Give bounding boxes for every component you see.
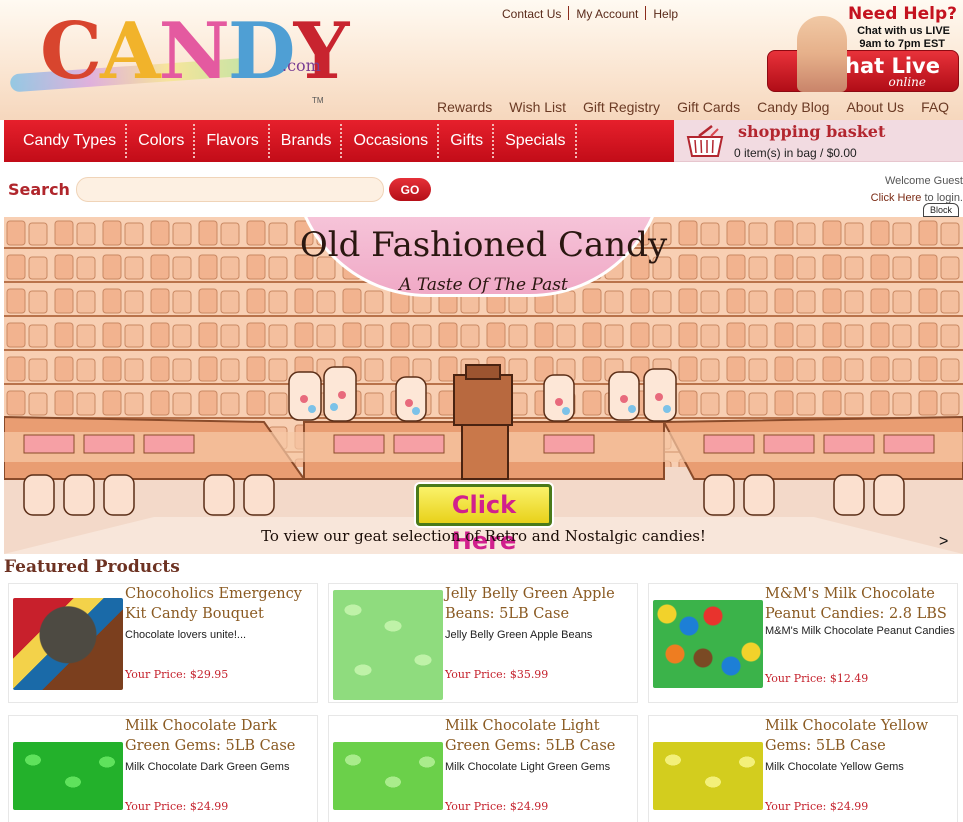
- product-name[interactable]: Chocoholics Emergency Kit Candy Bouquet: [125, 584, 315, 624]
- wish-list-link[interactable]: Wish List: [509, 99, 566, 115]
- product-card[interactable]: Milk Chocolate Light Green Gems: 5LB Cas…: [328, 715, 638, 822]
- site-logo[interactable]: CANDY .com TM: [9, 4, 349, 112]
- search-label: Search: [8, 180, 70, 199]
- banner-click-here-button[interactable]: Click Here: [416, 484, 552, 554]
- product-desc: Chocolate lovers unite!...: [125, 629, 247, 641]
- main-nav: Candy Types Colors Flavors Brands Occasi…: [4, 120, 674, 162]
- product-image[interactable]: [333, 742, 443, 810]
- product-desc: Milk Chocolate Dark Green Gems: [125, 761, 290, 773]
- gift-cards-link[interactable]: Gift Cards: [677, 99, 740, 115]
- nav-gifts[interactable]: Gifts: [439, 120, 494, 162]
- product-image[interactable]: [653, 600, 763, 688]
- search-input[interactable]: [76, 177, 384, 202]
- featured-products-title: Featured Products: [4, 557, 180, 577]
- secondary-links: Rewards Wish List Gift Registry Gift Cards C…: [437, 99, 949, 115]
- logo-letter-n: N: [158, 6, 230, 97]
- nav-brands[interactable]: Brands: [270, 120, 343, 162]
- login-link[interactable]: Click Here: [871, 192, 922, 204]
- product-desc: Milk Chocolate Yellow Gems: [765, 761, 904, 773]
- faq-link[interactable]: FAQ: [921, 99, 949, 115]
- nav-occasions[interactable]: Occasions: [342, 120, 439, 162]
- basket-title: shopping basket: [738, 122, 886, 141]
- product-image[interactable]: [653, 742, 763, 810]
- top-links: Contact Us My Account Help: [502, 6, 678, 21]
- contact-us-link[interactable]: Contact Us: [502, 7, 561, 21]
- chat-online-label: online: [888, 75, 926, 89]
- chat-hours-line1: Chat with us LIVE: [857, 25, 950, 37]
- product-image[interactable]: [13, 742, 123, 810]
- product-name[interactable]: M&M's Milk Chocolate Peanut Candies: 2.8…: [765, 584, 955, 624]
- product-name[interactable]: Milk Chocolate Yellow Gems: 5LB Case: [765, 716, 955, 756]
- live-chat-widget: Need Help? Chat with us LIVE 9am to 7pm …: [765, 2, 960, 94]
- product-card[interactable]: Jelly Belly Green Apple Beans: 5LB Case …: [328, 583, 638, 703]
- search-go-button[interactable]: GO: [389, 178, 431, 201]
- help-link[interactable]: Help: [653, 7, 678, 21]
- product-image[interactable]: [13, 598, 123, 690]
- banner-title: Old Fashioned Candy: [299, 225, 668, 265]
- logo-letter-a: A: [100, 6, 161, 97]
- product-price: Your Price: $29.95: [125, 668, 229, 681]
- product-price: Your Price: $24.99: [445, 800, 549, 813]
- product-image[interactable]: [333, 590, 443, 700]
- my-account-link[interactable]: My Account: [576, 7, 638, 21]
- banner-caption: To view our geat selection of Retro and …: [261, 527, 706, 545]
- basket-icon: [686, 125, 724, 157]
- support-agent-avatar: [793, 12, 851, 92]
- chat-hours-line2: 9am to 7pm EST: [859, 38, 945, 50]
- divider: [645, 6, 647, 20]
- welcome-box: Welcome Guest Click Here to login.: [871, 173, 963, 207]
- logo-tld: .com: [282, 56, 321, 75]
- divider: [568, 6, 570, 20]
- product-name[interactable]: Jelly Belly Green Apple Beans: 5LB Case: [445, 584, 635, 624]
- site-header: CANDY .com TM Contact Us My Account Help R…: [0, 0, 963, 120]
- product-card[interactable]: Chocoholics Emergency Kit Candy Bouquet …: [8, 583, 318, 703]
- chevron-right-icon[interactable]: >: [939, 533, 957, 551]
- rewards-link[interactable]: Rewards: [437, 99, 492, 115]
- hero-banner[interactable]: Old Fashioned Candy A Taste Of The Past …: [4, 217, 963, 554]
- need-help-title: Need Help?: [848, 4, 957, 24]
- product-price: Your Price: $35.99: [445, 668, 549, 681]
- about-us-link[interactable]: About Us: [846, 99, 904, 115]
- candy-blog-link[interactable]: Candy Blog: [757, 99, 829, 115]
- product-card[interactable]: Milk Chocolate Dark Green Gems: 5LB Case…: [8, 715, 318, 822]
- product-price: Your Price: $24.99: [125, 800, 229, 813]
- product-card[interactable]: Milk Chocolate Yellow Gems: 5LB Case Mil…: [648, 715, 958, 822]
- logo-letter-y: Y: [293, 6, 350, 97]
- product-price: Your Price: $24.99: [765, 800, 869, 813]
- shopping-basket[interactable]: shopping basket 0 item(s) in bag / $0.00: [674, 120, 963, 162]
- basket-status: 0 item(s) in bag / $0.00: [734, 146, 857, 160]
- banner-subtitle: A Taste Of The Past: [399, 275, 568, 295]
- chat-live-button[interactable]: Chat Live online: [767, 50, 959, 92]
- nav-flavors[interactable]: Flavors: [195, 120, 271, 162]
- product-price: Your Price: $12.49: [765, 672, 869, 685]
- product-desc: Jelly Belly Green Apple Beans: [445, 629, 593, 641]
- product-desc: Milk Chocolate Light Green Gems: [445, 761, 611, 773]
- gift-registry-link[interactable]: Gift Registry: [583, 99, 660, 115]
- block-tab[interactable]: Block: [923, 203, 959, 217]
- logo-letter-c: C: [40, 6, 102, 97]
- nav-colors[interactable]: Colors: [127, 120, 196, 162]
- logo-tm: TM: [312, 96, 324, 105]
- logo-letter-d: D: [227, 6, 296, 97]
- product-desc: M&M's Milk Chocolate Peanut Candies: [765, 625, 955, 637]
- logo-wordmark: CANDY: [40, 4, 350, 100]
- nav-candy-types[interactable]: Candy Types: [12, 120, 128, 162]
- nav-specials[interactable]: Specials: [494, 120, 578, 162]
- product-card[interactable]: M&M's Milk Chocolate Peanut Candies: 2.8…: [648, 583, 958, 703]
- product-name[interactable]: Milk Chocolate Dark Green Gems: 5LB Case: [125, 716, 315, 756]
- welcome-greeting: Welcome Guest: [884, 175, 963, 187]
- product-name[interactable]: Milk Chocolate Light Green Gems: 5LB Cas…: [445, 716, 635, 756]
